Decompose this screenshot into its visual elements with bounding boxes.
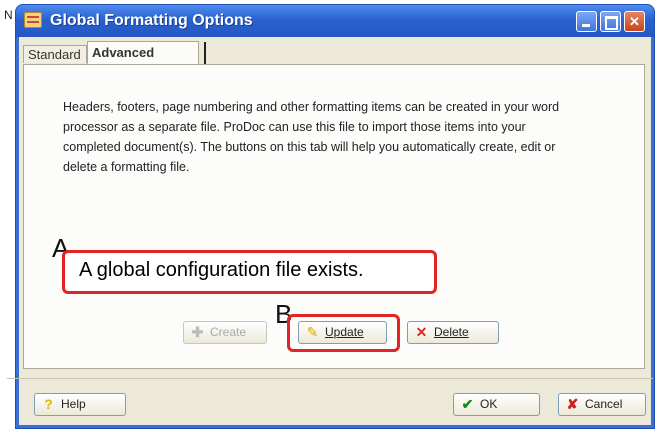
description-text: Headers, footers, page numbering and oth…: [63, 100, 560, 174]
ok-label: OK: [480, 397, 498, 411]
minimize-icon: [582, 24, 590, 27]
tab-standard[interactable]: Standard: [23, 45, 87, 63]
cancel-label: Cancel: [585, 397, 623, 411]
pencil-icon: ✎: [306, 324, 319, 340]
maximize-button[interactable]: [600, 11, 621, 32]
update-button[interactable]: ✎ Update: [298, 321, 387, 344]
maximize-icon: [605, 16, 618, 30]
cancel-x-icon: ✘: [566, 396, 579, 412]
app-icon: [24, 12, 42, 28]
create-button[interactable]: ✚ Create: [183, 321, 267, 344]
checkmark-icon: ✔: [461, 396, 474, 412]
title-bar[interactable]: Global Formatting Options ✕: [16, 5, 654, 37]
update-label: Update: [325, 325, 364, 339]
create-label: Create: [210, 325, 247, 339]
window-title: Global Formatting Options: [50, 12, 253, 29]
minimize-button[interactable]: [576, 11, 597, 32]
help-button[interactable]: ? Help: [34, 393, 126, 416]
delete-label: Delete: [434, 325, 469, 339]
ok-button[interactable]: ✔ OK: [453, 393, 540, 416]
help-label: Help: [61, 397, 86, 411]
footer-divider: [7, 378, 653, 379]
status-message: A global configuration file exists.: [79, 259, 364, 281]
close-icon: ✕: [629, 14, 640, 29]
close-button[interactable]: ✕: [624, 11, 645, 32]
plus-icon: ✚: [191, 324, 204, 340]
x-icon: ✕: [415, 324, 428, 340]
question-icon: ?: [44, 396, 53, 412]
dialog-client: Standard Advanced: [19, 37, 651, 425]
delete-button[interactable]: ✕ Delete: [407, 321, 499, 344]
tab-advanced[interactable]: Advanced: [87, 41, 206, 66]
status-highlight: A global configuration file exists.: [62, 250, 437, 294]
cancel-button[interactable]: ✘ Cancel: [558, 393, 646, 416]
corner-mark: N: [4, 8, 13, 22]
dialog-window: Global Formatting Options ✕ Standard Adv…: [15, 4, 655, 429]
